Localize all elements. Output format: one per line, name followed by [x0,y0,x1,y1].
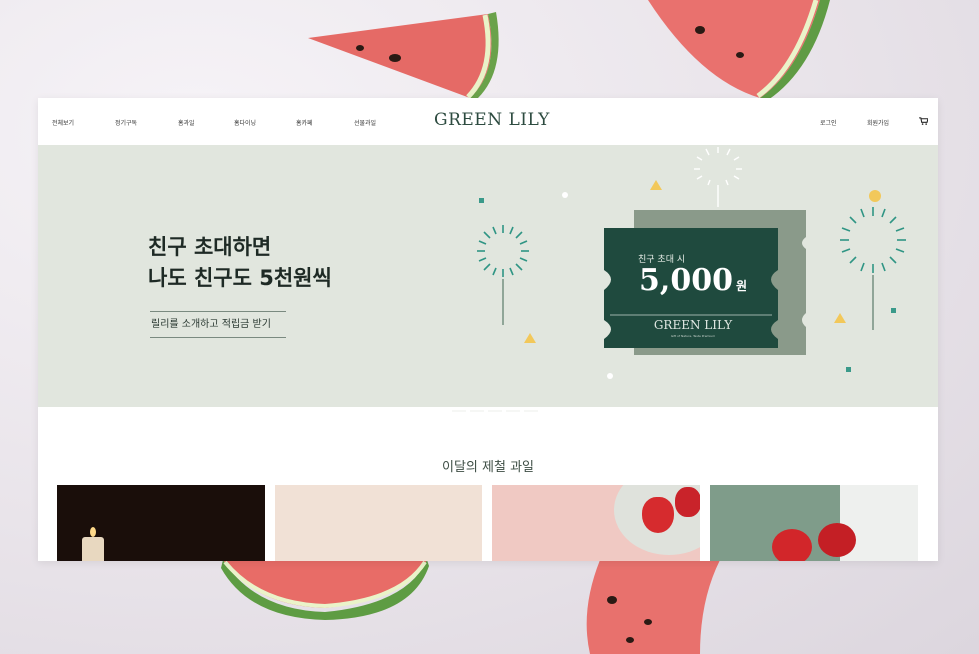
slide-dot-2[interactable] [452,410,466,412]
hero-headline: 친구 초대하면나도 친구도 5천원씩 [148,232,332,294]
ticket-tagline: Gift of Nature, Taste Premium [670,334,716,338]
product-card-2[interactable] [275,485,482,561]
cart-icon[interactable] [919,117,928,125]
product-card-1[interactable] [57,485,265,561]
slide-dot-4[interactable] [488,410,502,412]
strawberry-image [772,529,812,561]
firework-top [694,147,742,207]
top-navigation: 전체보기 정기구독 홈과일 홈다이닝 홈카페 선물과일 GREEN LILY 로… [38,98,938,145]
ticket-amount-unit: 원 [735,279,747,293]
strawberry-image [818,523,856,557]
candle-image [82,537,104,561]
ticket-amount-row: 5,000 원 [605,263,781,298]
slide-indicators [434,397,542,416]
nav-item-home-fruit[interactable]: 홈과일 [178,118,195,127]
watermelon-slice-bottom-right [586,560,720,654]
product-card-3[interactable] [492,485,700,561]
section-title: 이달의 제철 과일 [442,460,534,475]
candle-flame [90,527,96,537]
firework-right [840,207,906,330]
slide-dot-1[interactable] [434,410,448,412]
slide-dot-5[interactable] [506,410,520,412]
watermelon-slice-bottom-left [221,560,429,620]
strawberry-image [675,487,700,517]
login-link[interactable]: 로그인 [820,118,837,127]
hero-headline-line-1: 친구 초대하면 [148,235,272,259]
ticket-amount: 5,000 [639,263,733,298]
firework-left [477,225,529,325]
hero-headline-line-2: 나도 친구도 5천원씩 [148,266,332,290]
invite-cta-link[interactable]: 릴리를 소개하고 적립금 받기 [150,311,286,338]
nav-item-home-cafe[interactable]: 홈카페 [296,118,313,127]
slide-dot-6[interactable] [524,410,538,412]
signup-link[interactable]: 회원가입 [867,118,889,127]
slide-dot-3[interactable] [470,410,484,412]
watermelon-slice-top-right [648,0,830,100]
strawberry-image [642,497,674,533]
hero-banner[interactable]: 친구 초대하면 나도 친구도 5천원씩 릴리를 소개하고 적립금 받기 친구 초… [38,145,938,412]
watermelon-slice-top-left [308,12,499,99]
nav-item-all[interactable]: 전체보기 [52,118,74,127]
product-card-4[interactable] [710,485,918,561]
nav-item-subscription[interactable]: 정기구독 [115,118,137,127]
ticket-brand: GREEN LILY [653,318,733,332]
website-screenshot: 전체보기 정기구독 홈과일 홈다이닝 홈카페 선물과일 GREEN LILY 로… [38,98,938,561]
nav-item-gift-fruit[interactable]: 선물과일 [354,118,376,127]
nav-item-home-dining[interactable]: 홈다이닝 [234,118,256,127]
site-logo[interactable]: GREEN LILY [434,110,550,130]
